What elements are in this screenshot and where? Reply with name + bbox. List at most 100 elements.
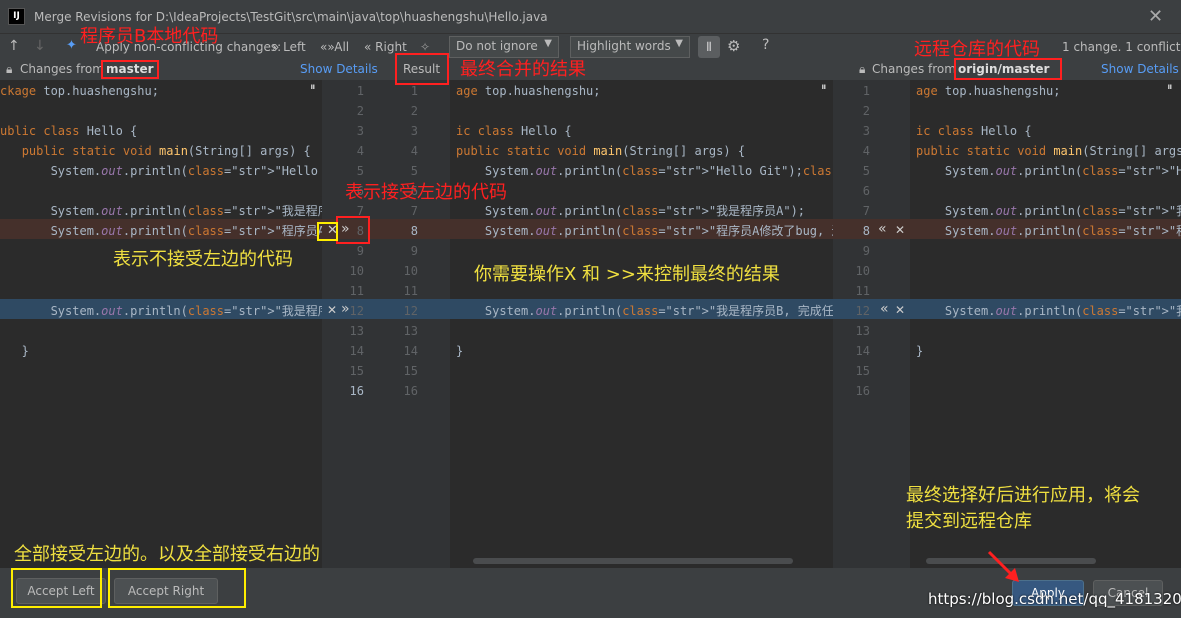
right-header-label: Changes from xyxy=(872,62,956,76)
chevron-down-icon: ▼ xyxy=(675,38,683,49)
line-number: 15 xyxy=(403,364,418,378)
highlight-value: Highlight words xyxy=(577,39,671,53)
right-code-line xyxy=(916,281,1181,301)
gear-icon[interactable]: ⚙ xyxy=(727,37,740,55)
left-code-line: System.out.println(class="str">"我是程序员B, … xyxy=(0,304,322,318)
left-code-line xyxy=(0,181,322,201)
reject-right-change-icon[interactable]: ✕ xyxy=(895,303,905,317)
help-icon[interactable]: ? xyxy=(762,37,769,53)
right-code-line xyxy=(916,101,1181,121)
right-code-line: System.out.println(class="str">"Hello Gi… xyxy=(916,164,1181,178)
accept-right-change-icon[interactable]: « xyxy=(878,221,887,237)
right-code-line xyxy=(916,261,1181,281)
right-code-block: age top.huashengshu; ic class Hello {pub… xyxy=(910,80,1181,380)
line-number: 11 xyxy=(855,284,870,298)
line-number: 1 xyxy=(356,84,364,98)
line-number: 14 xyxy=(403,344,418,358)
sync-scroll-icon[interactable]: ⫴ xyxy=(698,36,720,58)
left-code-line: ckage top.huashengshu; xyxy=(0,84,159,98)
right-code-lines: age top.huashengshu; ic class Hello {pub… xyxy=(916,81,1181,361)
result-code-line xyxy=(456,101,833,121)
left-code-block: ckage top.huashengshu; ublic class Hello… xyxy=(0,80,322,380)
line-number: 13 xyxy=(403,324,418,338)
line-number: 10 xyxy=(855,264,870,278)
result-code-line xyxy=(456,181,833,201)
accept-right-highlight-box xyxy=(108,568,246,608)
pause-icon[interactable]: ⏸︎ xyxy=(310,80,316,94)
reject-right-change-icon[interactable]: ✕ xyxy=(895,223,905,237)
annotation-apply-hint-2: 提交到远程仓库 xyxy=(906,511,1032,532)
left-code-line: ublic class Hello { xyxy=(0,124,138,138)
result-code-line xyxy=(456,241,833,261)
result-code-lines: age top.huashengshu; ic class Hello { pub… xyxy=(456,81,833,361)
arrow-up-icon[interactable]: ↑ xyxy=(8,38,20,54)
line-number: 16 xyxy=(855,384,870,398)
annotation-remote: 远程仓库的代码 xyxy=(914,39,1040,60)
apply-all-label: All xyxy=(334,40,350,54)
accept-left-change-icon[interactable]: » xyxy=(341,301,350,317)
line-number: 4 xyxy=(410,144,418,158)
line-number: 14 xyxy=(349,344,364,358)
magic-resolve-icon[interactable]: ✧ xyxy=(420,40,430,54)
annotation-operate-hint: 你需要操作X 和 >>来控制最终的结果 xyxy=(474,264,780,285)
result-code-line: System.out.println(class="str">"程序员A修改了b… xyxy=(456,224,833,238)
right-code-line: System.out.println(class="str">"我是程序员B, … xyxy=(916,304,1181,318)
line-number: 2 xyxy=(862,104,870,118)
left-show-details-link[interactable]: Show Details xyxy=(300,62,378,76)
accept-right-change-icon[interactable]: « xyxy=(880,301,889,317)
line-number: 2 xyxy=(356,104,364,118)
line-number: 5 xyxy=(862,164,870,178)
apply-left-label: Left xyxy=(283,40,306,54)
line-number: 8 xyxy=(410,224,418,238)
pause-icon[interactable]: ⏸︎ xyxy=(821,80,827,94)
apply-left-button[interactable]: » Left xyxy=(272,40,306,54)
right-code-line: ic class Hello { xyxy=(916,124,1032,138)
result-code-line: public static void main(String[] args) { xyxy=(456,144,746,158)
left-code-lines: ckage top.huashengshu; ublic class Hello… xyxy=(0,81,322,361)
whitespace-value: Do not ignore xyxy=(456,39,538,53)
right-show-details-link[interactable]: Show Details xyxy=(1101,62,1179,76)
line-number: 4 xyxy=(862,144,870,158)
line-number: 14 xyxy=(855,344,870,358)
line-number: 2 xyxy=(410,104,418,118)
accept-left-highlight-box xyxy=(336,216,370,244)
annotation-accept-all: 全部接受左边的。以及全部接受右边的 xyxy=(14,544,320,565)
line-number: 11 xyxy=(403,284,418,298)
line-number: 9 xyxy=(862,244,870,258)
left-code-line xyxy=(0,321,322,341)
right-code-line: } xyxy=(916,344,924,358)
reject-left-highlight-box xyxy=(317,222,338,241)
line-number: 8 xyxy=(862,224,870,238)
result-code-line: System.out.println(class="str">"Hello Gi… xyxy=(456,164,833,178)
watermark: https://blog.csdn.net/qq_41813208 xyxy=(928,590,1181,608)
line-number: 13 xyxy=(855,324,870,338)
line-number: 3 xyxy=(862,124,870,138)
right-code-line xyxy=(916,321,1181,341)
result-code-line: ic class Hello { xyxy=(456,124,572,138)
annotation-reject-left: 表示不接受左边的代码 xyxy=(113,249,293,270)
result-code-line: } xyxy=(456,344,464,358)
annotation-final-result: 最终合并的结果 xyxy=(460,59,586,80)
arrow-down-icon[interactable]: ↓ xyxy=(34,38,46,54)
pause-icon[interactable]: ⏸︎ xyxy=(1167,80,1173,94)
line-number: 12 xyxy=(403,304,418,318)
arrow-annotation-icon xyxy=(987,550,1019,582)
right-branch-highlight-box xyxy=(954,58,1062,80)
close-icon[interactable]: ✕ xyxy=(1148,6,1163,27)
line-number: 15 xyxy=(855,364,870,378)
line-number: 16 xyxy=(349,384,364,398)
result-code-line: System.out.println(class="str">"我是程序员B, … xyxy=(456,304,833,318)
line-number: 6 xyxy=(862,184,870,198)
highlight-select[interactable]: Highlight words ▼ xyxy=(570,36,690,58)
conflict-status: 1 change. 1 conflict xyxy=(1062,40,1181,54)
result-horizontal-scrollbar[interactable] xyxy=(473,558,793,564)
magic-wand-icon[interactable]: ✦ xyxy=(66,38,77,53)
apply-right-button[interactable]: « Right xyxy=(364,40,407,54)
apply-all-button[interactable]: «»All xyxy=(320,40,349,54)
reject-left-change-icon[interactable]: ✕ xyxy=(327,303,337,317)
right-code-line: age top.huashengshu; xyxy=(916,84,1061,98)
result-code-line: age top.huashengshu; xyxy=(456,84,601,98)
right-code-line xyxy=(916,181,1181,201)
result-highlight-box xyxy=(395,53,449,85)
left-header-label: Changes from xyxy=(20,62,104,76)
